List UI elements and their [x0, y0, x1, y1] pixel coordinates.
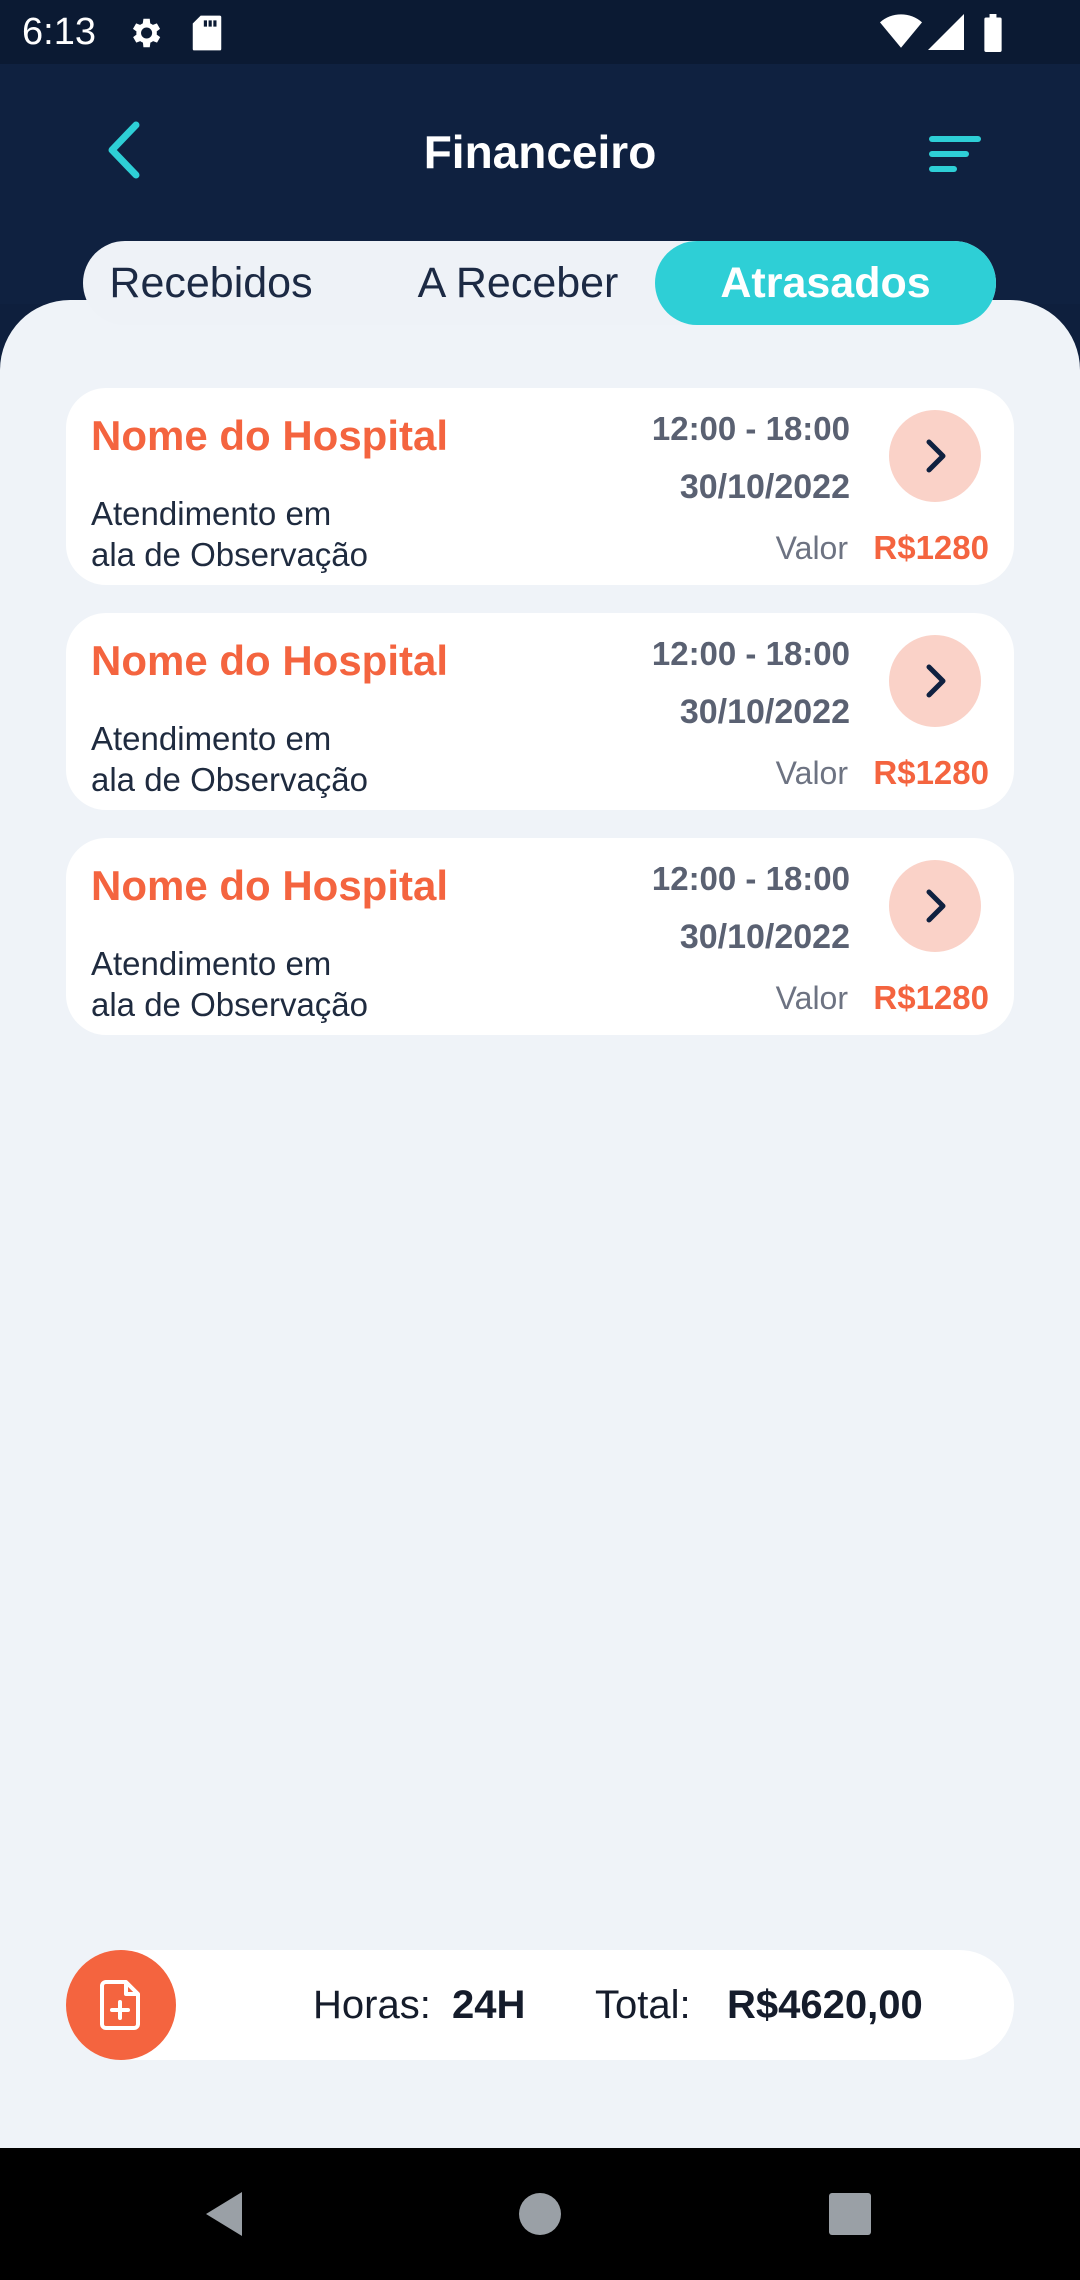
shift-time: 12:00 - 18:00	[651, 860, 850, 897]
status-bar: 6:13	[0, 0, 1080, 64]
generate-report-button[interactable]	[66, 1950, 176, 2060]
chevron-right-icon	[926, 664, 946, 698]
recents-square-icon[interactable]	[820, 2184, 880, 2244]
sd-card-icon	[192, 15, 222, 51]
shift-date: 30/10/2022	[679, 468, 850, 506]
tab-recebidos[interactable]: Recebidos	[101, 241, 321, 325]
open-details-button[interactable]	[889, 410, 981, 502]
open-details-button[interactable]	[889, 635, 981, 727]
valor-label: Valor	[775, 980, 848, 1016]
shift-description-line: ala de Observação	[91, 986, 369, 1023]
filter-lines-icon	[929, 136, 981, 172]
shift-description-line: ala de Observação	[91, 761, 369, 798]
page-title: Financeiro	[423, 126, 657, 178]
chevron-right-icon	[926, 439, 946, 473]
valor-label: Valor	[775, 755, 848, 791]
shift-date: 30/10/2022	[679, 918, 850, 956]
settings-icon	[132, 18, 161, 48]
shift-card[interactable]: Nome do Hospital Atendimento em ala de O…	[66, 388, 1014, 585]
back-triangle-icon[interactable]	[196, 2184, 256, 2244]
shift-amount: R$1280	[873, 754, 989, 791]
shift-card[interactable]: Nome do Hospital Atendimento em ala de O…	[66, 613, 1014, 810]
open-details-button[interactable]	[889, 860, 981, 952]
wifi-icon	[880, 14, 922, 48]
tab-a-receber[interactable]: A Receber	[383, 241, 653, 325]
hospital-name: Nome do Hospital	[91, 637, 449, 684]
shift-description: Atendimento em ala de Observação	[91, 493, 451, 575]
valor-label: Valor	[775, 530, 848, 566]
shift-description-line: ala de Observação	[91, 536, 369, 573]
tab-atrasados[interactable]: Atrasados	[655, 241, 996, 325]
shift-description: Atendimento em ala de Observação	[91, 718, 451, 800]
chevron-right-icon	[926, 889, 946, 923]
shift-time: 12:00 - 18:00	[651, 635, 850, 672]
signal-icon	[928, 14, 964, 50]
shift-date: 30/10/2022	[679, 693, 850, 731]
shift-amount: R$1280	[873, 529, 989, 566]
filter-button[interactable]	[920, 125, 990, 185]
total-value: R$4620,00	[727, 1983, 923, 2027]
home-circle-icon[interactable]	[510, 2184, 570, 2244]
status-time: 6:13	[22, 11, 96, 53]
shift-description-line: Atendimento em	[91, 495, 332, 532]
shift-description: Atendimento em ala de Observação	[91, 943, 451, 1025]
hours-value: 24H	[452, 1983, 526, 2027]
hospital-name: Nome do Hospital	[91, 862, 449, 909]
system-navigation-bar	[0, 2148, 1080, 2280]
file-plus-icon	[100, 1980, 140, 2030]
shift-amount: R$1280	[873, 979, 989, 1016]
shift-description-line: Atendimento em	[91, 945, 332, 982]
hours-label: Horas:	[313, 1983, 431, 2027]
shift-card[interactable]: Nome do Hospital Atendimento em ala de O…	[66, 838, 1014, 1035]
shift-time: 12:00 - 18:00	[651, 410, 850, 447]
hospital-name: Nome do Hospital	[91, 412, 449, 459]
tab-bar: Recebidos A Receber Atrasados	[83, 241, 996, 325]
total-label: Total:	[595, 1983, 691, 2027]
battery-icon	[984, 14, 1002, 52]
shift-description-line: Atendimento em	[91, 720, 332, 757]
